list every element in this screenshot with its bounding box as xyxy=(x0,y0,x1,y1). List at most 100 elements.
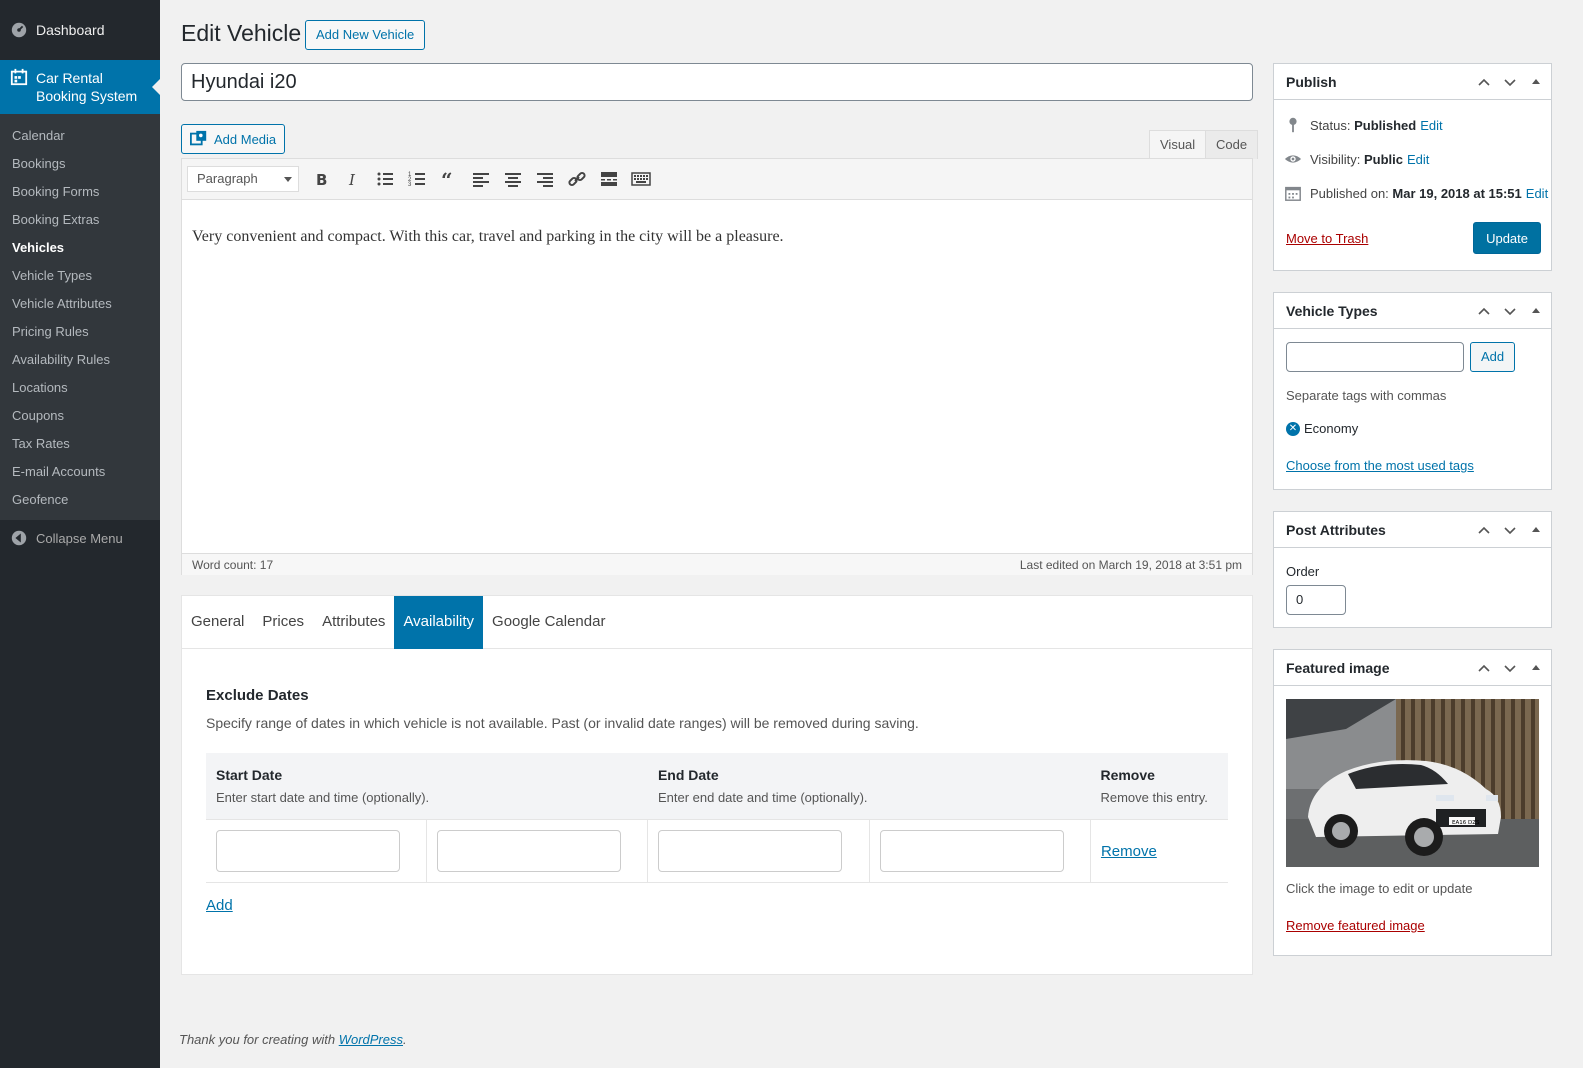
add-media-button[interactable]: Add Media xyxy=(181,124,286,154)
exclude-dates-table: Start Date Enter start date and time (op… xyxy=(206,753,1228,883)
move-down-icon[interactable] xyxy=(1501,302,1519,320)
sidebar-item-vehicle-attributes[interactable]: Vehicle Attributes xyxy=(0,290,160,318)
align-center-icon[interactable] xyxy=(497,165,529,193)
toggle-panel-icon[interactable] xyxy=(1527,521,1545,539)
tab-prices[interactable]: Prices xyxy=(253,596,313,649)
add-new-vehicle-button[interactable]: Add New Vehicle xyxy=(305,20,426,50)
status-row: Status: Published Edit xyxy=(1274,108,1551,142)
sidebar-item-e-mail-accounts[interactable]: E-mail Accounts xyxy=(0,458,160,486)
align-right-icon[interactable] xyxy=(529,165,561,193)
sidebar-item-pricing-rules[interactable]: Pricing Rules xyxy=(0,318,160,346)
order-input[interactable]: 0 xyxy=(1286,585,1346,615)
svg-text:B: B xyxy=(316,171,327,189)
link-icon[interactable] xyxy=(561,165,593,193)
tab-general[interactable]: General xyxy=(182,596,253,649)
toggle-panel-icon[interactable] xyxy=(1527,302,1545,320)
license-plate: EA16 DZS xyxy=(1452,820,1480,826)
svg-text:3: 3 xyxy=(408,182,412,188)
add-media-label: Add Media xyxy=(214,131,277,147)
column-subtitle: Enter start date and time (optionally). xyxy=(216,790,430,805)
editor-content-area[interactable]: Very convenient and compact. With this c… xyxy=(182,200,1252,553)
publish-actions: Move to Trash Update xyxy=(1274,210,1551,266)
add-vehicle-type-button[interactable]: Add xyxy=(1470,342,1516,372)
visibility-label: Visibility: xyxy=(1310,151,1361,167)
move-up-icon[interactable] xyxy=(1475,521,1493,539)
tab-attributes[interactable]: Attributes xyxy=(313,596,394,649)
move-up-icon[interactable] xyxy=(1475,659,1493,677)
add-entry-link[interactable]: Add xyxy=(206,897,233,914)
toolbar-toggle-icon[interactable] xyxy=(625,165,657,193)
edit-date-link[interactable]: Edit xyxy=(1526,186,1548,201)
toggle-panel-icon[interactable] xyxy=(1527,659,1545,677)
page-title: Edit Vehicle xyxy=(181,20,302,46)
vehicle-types-box: Vehicle Types Add Separate tags with com… xyxy=(1273,292,1552,490)
tag-hint: Separate tags with commas xyxy=(1286,388,1447,403)
tab-availability[interactable]: Availability xyxy=(394,596,484,649)
visibility-value: Public xyxy=(1363,151,1403,167)
read-more-icon[interactable] xyxy=(593,165,625,193)
media-icon xyxy=(190,130,207,146)
collapse-menu-button[interactable]: Collapse Menu xyxy=(0,520,160,556)
numbered-list-icon[interactable]: 123 xyxy=(401,165,433,193)
post-attributes-box: Post Attributes Order 0 xyxy=(1273,511,1552,628)
start-time-input[interactable] xyxy=(437,830,622,872)
sidebar-item-availability-rules[interactable]: Availability Rules xyxy=(0,346,160,374)
sidebar-item-tax-rates[interactable]: Tax Rates xyxy=(0,430,160,458)
sidebar-submenu: Calendar Bookings Booking Forms Booking Ext… xyxy=(0,114,160,520)
sidebar-item-geofence[interactable]: Geofence xyxy=(0,486,160,514)
vehicle-type-input[interactable] xyxy=(1286,342,1464,372)
align-left-icon[interactable] xyxy=(465,165,497,193)
sidebar-item-vehicle-types[interactable]: Vehicle Types xyxy=(0,262,160,290)
sidebar-item-dashboard[interactable]: Dashboard xyxy=(0,0,160,60)
tab-visual[interactable]: Visual xyxy=(1149,130,1207,159)
wordpress-link[interactable]: WordPress xyxy=(339,1032,403,1047)
last-edited: Last edited on March 19, 2018 at 3:51 pm xyxy=(1019,557,1242,572)
tag-item: ✕ Economy xyxy=(1274,403,1551,436)
sidebar-item-booking-forms[interactable]: Booking Forms xyxy=(0,178,160,206)
table-header-row: Start Date Enter start date and time (op… xyxy=(206,753,1228,820)
admin-footer: Thank you for creating with WordPress. xyxy=(179,1032,407,1047)
sidebar-item-bookings[interactable]: Bookings xyxy=(0,150,160,178)
eye-icon xyxy=(1284,155,1302,163)
tab-code[interactable]: Code xyxy=(1205,130,1259,159)
tab-google-calendar[interactable]: Google Calendar xyxy=(483,596,614,649)
svg-text:I: I xyxy=(348,171,356,189)
move-down-icon[interactable] xyxy=(1501,521,1519,539)
sidebar-item-car-rental[interactable]: Car Rental Booking System xyxy=(0,60,160,114)
visibility-row: Visibility: Public Edit xyxy=(1274,142,1551,176)
featured-image-box: Featured image EA16 DZS Click the image … xyxy=(1273,649,1552,956)
edit-visibility-link[interactable]: Edit xyxy=(1407,152,1429,167)
post-title-input[interactable]: Hyundai i20 xyxy=(181,63,1253,101)
end-time-input[interactable] xyxy=(879,830,1064,872)
sidebar-item-booking-extras[interactable]: Booking Extras xyxy=(0,206,160,234)
featured-image-box-header: Featured image xyxy=(1274,650,1551,686)
update-button[interactable]: Update xyxy=(1473,222,1541,254)
move-up-icon[interactable] xyxy=(1475,302,1493,320)
publish-box: Publish Status: Published Edit Visibilit… xyxy=(1273,63,1552,271)
bullet-list-icon[interactable] xyxy=(369,165,401,193)
sidebar-item-calendar[interactable]: Calendar xyxy=(0,122,160,150)
move-down-icon[interactable] xyxy=(1501,659,1519,677)
move-to-trash-link[interactable]: Move to Trash xyxy=(1286,231,1368,246)
edit-status-link[interactable]: Edit xyxy=(1420,118,1442,133)
sidebar-item-vehicles[interactable]: Vehicles xyxy=(0,234,160,262)
remove-entry-link[interactable]: Remove xyxy=(1101,843,1157,860)
start-date-input[interactable] xyxy=(216,830,400,872)
italic-icon[interactable]: I xyxy=(337,165,369,193)
format-select[interactable]: Paragraph xyxy=(187,166,299,192)
remove-featured-image-link[interactable]: Remove featured image xyxy=(1274,896,1551,949)
toggle-panel-icon[interactable] xyxy=(1527,73,1545,91)
end-date-input[interactable] xyxy=(658,830,843,872)
sidebar-item-locations[interactable]: Locations xyxy=(0,374,160,402)
column-subtitle: Enter end date and time (optionally). xyxy=(657,790,868,805)
tag-label: Economy xyxy=(1304,421,1359,436)
move-up-icon[interactable] xyxy=(1475,73,1493,91)
choose-most-used-tags-link[interactable]: Choose from the most used tags xyxy=(1274,436,1551,487)
blockquote-icon[interactable]: “ xyxy=(433,165,465,193)
column-end-date: End Date Enter end date and time (option… xyxy=(647,753,1091,820)
remove-tag-icon[interactable]: ✕ xyxy=(1286,421,1300,436)
featured-car-image[interactable]: EA16 DZS xyxy=(1286,699,1539,867)
move-down-icon[interactable] xyxy=(1501,73,1519,91)
sidebar-item-coupons[interactable]: Coupons xyxy=(0,402,160,430)
bold-icon[interactable]: B xyxy=(305,165,337,193)
